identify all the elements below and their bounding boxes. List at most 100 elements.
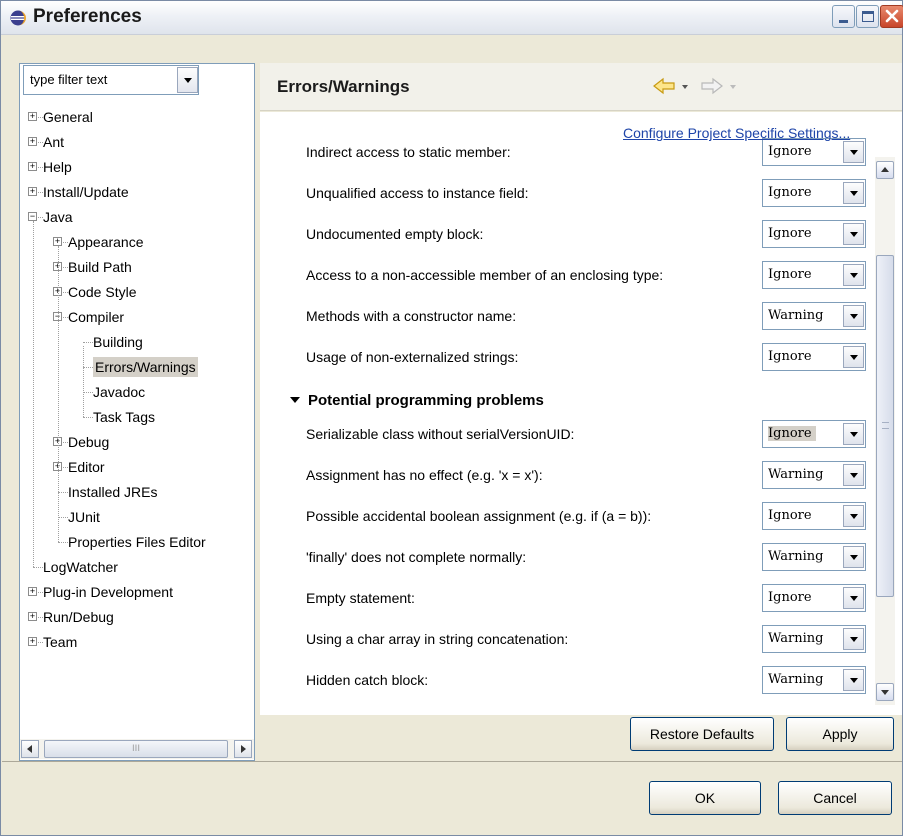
maximize-button[interactable] <box>856 5 879 28</box>
setting-label: Possible accidental boolean assignment (… <box>306 508 652 524</box>
severity-select[interactable]: Ignore <box>762 138 866 166</box>
severity-value: Ignore <box>768 144 812 159</box>
severity-value: Ignore <box>768 226 812 241</box>
scroll-right-button[interactable] <box>234 740 252 758</box>
tree-item-label: Plug-in Development <box>43 584 173 600</box>
severity-select[interactable]: Ignore <box>762 502 866 530</box>
tree-item-label: Debug <box>68 434 110 450</box>
dropdown-button[interactable] <box>843 669 864 691</box>
scroll-down-button[interactable] <box>876 683 894 701</box>
restore-defaults-button[interactable]: Restore Defaults <box>630 717 774 751</box>
expand-icon[interactable]: + <box>53 237 62 246</box>
close-button[interactable] <box>880 5 903 28</box>
tree-item-label: Javadoc <box>93 384 146 400</box>
severity-select[interactable]: Ignore <box>762 584 866 612</box>
scroll-up-button[interactable] <box>876 161 894 179</box>
severity-value: Ignore <box>768 185 812 200</box>
severity-select[interactable]: Warning <box>762 543 866 571</box>
chevron-down-icon <box>850 150 858 155</box>
expand-icon[interactable]: + <box>28 637 37 646</box>
dropdown-button[interactable] <box>843 464 864 486</box>
dropdown-button[interactable] <box>843 223 864 245</box>
minimize-button[interactable] <box>832 5 855 28</box>
severity-select[interactable]: Ignore <box>762 420 866 448</box>
scroll-left-button[interactable] <box>21 740 39 758</box>
severity-select[interactable]: Ignore <box>762 179 866 207</box>
dropdown-button[interactable] <box>843 141 864 163</box>
setting-label: Indirect access to static member: <box>306 144 511 160</box>
expand-icon[interactable]: + <box>28 112 37 121</box>
arrow-down-icon <box>881 690 889 695</box>
dropdown-button[interactable] <box>843 305 864 327</box>
filter-input[interactable]: type filter text <box>23 65 199 95</box>
expand-icon[interactable]: + <box>28 587 37 596</box>
expand-icon[interactable]: + <box>28 137 37 146</box>
severity-select[interactable]: Ignore <box>762 220 866 248</box>
severity-select[interactable]: Warning <box>762 625 866 653</box>
setting-label: Using a char array in string concatenati… <box>306 631 569 647</box>
dropdown-button[interactable] <box>843 505 864 527</box>
page-title: Errors/Warnings <box>277 77 410 96</box>
ok-button[interactable]: OK <box>649 781 761 815</box>
tree-item-label: Building <box>93 334 143 350</box>
tree-item-label: Appearance <box>68 234 144 250</box>
severity-select[interactable]: Ignore <box>762 261 866 289</box>
severity-select[interactable]: Warning <box>762 461 866 489</box>
filter-dropdown-button[interactable] <box>177 67 198 93</box>
setting-label: Assignment has no effect (e.g. 'x = x'): <box>306 467 543 483</box>
chevron-down-icon <box>850 596 858 601</box>
scroll-thumb[interactable]: III <box>44 740 228 758</box>
expand-icon[interactable]: + <box>28 187 37 196</box>
severity-value: Warning <box>768 672 824 687</box>
filter-text: type filter text <box>30 72 108 87</box>
tree-item-label: Run/Debug <box>43 609 114 625</box>
dropdown-button[interactable] <box>843 264 864 286</box>
setting-label: Hidden catch block: <box>306 672 429 688</box>
arrow-left-icon <box>27 745 32 753</box>
severity-value: Ignore <box>768 590 812 605</box>
title-bar[interactable]: Preferences <box>1 1 903 35</box>
tree-item-label: Install/Update <box>43 184 129 200</box>
severity-value: Warning <box>768 308 824 323</box>
setting-label: Access to a non-accessible member of an … <box>306 267 664 283</box>
chevron-down-icon <box>850 355 858 360</box>
content-vertical-scrollbar[interactable] <box>875 157 895 705</box>
tree-item-label: Editor <box>68 459 105 475</box>
tree-item-label: Code Style <box>68 284 137 300</box>
setting-label: Methods with a constructor name: <box>306 308 517 324</box>
dropdown-button[interactable] <box>843 587 864 609</box>
dropdown-button[interactable] <box>843 346 864 368</box>
expand-icon[interactable]: + <box>28 162 37 171</box>
tree-horizontal-scrollbar[interactable]: III <box>20 739 254 759</box>
apply-button[interactable]: Apply <box>786 717 894 751</box>
tree-connector <box>83 342 93 343</box>
dropdown-button[interactable] <box>843 628 864 650</box>
tree-item-label: Task Tags <box>93 409 155 425</box>
setting-label: 'finally' does not complete normally: <box>306 549 527 565</box>
back-dropdown-icon[interactable] <box>682 85 688 89</box>
chevron-down-icon <box>850 314 858 319</box>
back-arrow-icon[interactable] <box>652 77 676 95</box>
expand-icon[interactable]: + <box>28 612 37 621</box>
cancel-button[interactable]: Cancel <box>778 781 892 815</box>
maximize-icon <box>862 11 874 22</box>
severity-value: Warning <box>768 631 824 646</box>
collapse-icon[interactable]: − <box>28 212 37 221</box>
tree-item-label: LogWatcher <box>43 559 118 575</box>
severity-select[interactable]: Ignore <box>762 343 866 371</box>
severity-value: Ignore <box>768 426 816 441</box>
errors-warnings-content: Indirect access to static member: Ignore U… <box>260 112 902 715</box>
section-header-potential-problems[interactable]: Potential programming problems <box>290 392 544 409</box>
tree-connector <box>83 346 84 417</box>
dropdown-button[interactable] <box>843 182 864 204</box>
dropdown-button[interactable] <box>843 546 864 568</box>
severity-select[interactable]: Warning <box>762 666 866 694</box>
severity-select[interactable]: Warning <box>762 302 866 330</box>
tree-connector <box>83 392 93 393</box>
forward-dropdown-icon <box>730 85 736 89</box>
dropdown-button[interactable] <box>843 423 864 445</box>
chevron-down-icon <box>850 273 858 278</box>
chevron-down-icon <box>850 555 858 560</box>
configure-project-settings-link[interactable]: Configure Project Specific Settings... <box>623 125 850 141</box>
vertical-scroll-thumb[interactable] <box>876 255 894 597</box>
